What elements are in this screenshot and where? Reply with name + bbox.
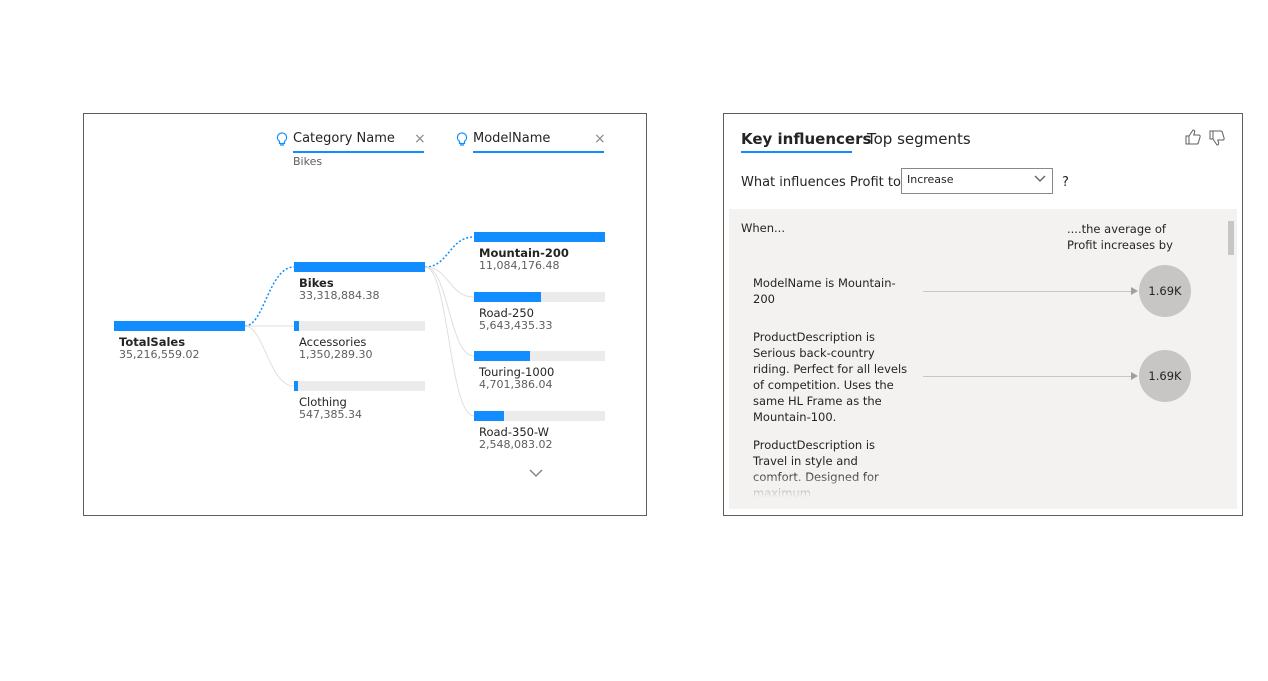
column-header-effect: ....the average of Profit increases by — [1067, 222, 1173, 252]
node-bar-fill — [474, 292, 541, 302]
influencers-list: When... ....the average of Profit increa… — [729, 209, 1237, 509]
arrow-icon — [1131, 287, 1138, 295]
node-label: Road-250 — [479, 306, 534, 320]
column-header-when: When... — [741, 221, 785, 235]
node-value: 1,350,289.30 — [299, 348, 373, 361]
node-label: Road-350-W — [479, 425, 550, 439]
level-selected-value: Bikes — [293, 155, 323, 168]
node-value: 35,216,559.02 — [119, 348, 200, 361]
node-value: 547,385.34 — [299, 408, 362, 421]
tree-node-model[interactable]: Road-250 5,643,435.33 — [474, 292, 605, 332]
node-bar-fill — [474, 351, 530, 361]
tree-node-model[interactable]: Mountain-200 11,084,176.48 — [474, 232, 605, 272]
lightbulb-icon[interactable] — [276, 132, 288, 148]
node-value: 5,643,435.33 — [479, 319, 553, 332]
thumbs-up-icon[interactable] — [1184, 128, 1202, 146]
node-value: 33,318,884.38 — [299, 289, 380, 302]
node-value: 2,548,083.02 — [479, 438, 553, 451]
tab-underline — [741, 151, 852, 153]
dropdown-value: Increase — [907, 173, 954, 186]
tree-node-model[interactable]: Touring-1000 4,701,386.04 — [474, 351, 605, 391]
scrollbar[interactable] — [1228, 221, 1234, 255]
direction-dropdown[interactable]: Increase — [901, 168, 1053, 194]
node-label: Bikes — [299, 276, 334, 290]
node-bar-fill — [114, 321, 245, 331]
node-label: Clothing — [299, 395, 347, 409]
influencer-text[interactable]: ModelName is Mountain-200 — [753, 275, 908, 307]
level-header-category[interactable]: Category Name × — [276, 131, 426, 153]
node-bar-fill — [474, 232, 605, 242]
close-icon[interactable]: × — [594, 131, 606, 147]
tab-top-segments[interactable]: Top segments — [867, 130, 971, 148]
influencer-text[interactable]: ProductDescription is Serious back-count… — [753, 329, 908, 425]
tree-node-root[interactable]: TotalSales 35,216,559.02 — [114, 321, 245, 361]
influence-bubble[interactable]: 1.69K — [1139, 265, 1191, 317]
thumbs-down-icon[interactable] — [1208, 129, 1226, 147]
influence-bubble[interactable]: 1.69K — [1139, 350, 1191, 402]
decomposition-tree-visual: Category Name × Bikes ModelName × TotalS… — [83, 113, 647, 516]
chevron-down-icon[interactable] — [528, 467, 544, 479]
key-influencers-visual: Key influencers Top segments What influe… — [723, 113, 1243, 516]
node-bar-fill — [474, 411, 504, 421]
question-text: What influences Profit to — [741, 175, 901, 190]
node-bar-fill — [294, 262, 425, 272]
tree-node-category[interactable]: Clothing 547,385.34 — [294, 381, 425, 421]
close-icon[interactable]: × — [414, 131, 426, 147]
node-bar-fill — [294, 381, 298, 391]
lightbulb-icon[interactable] — [456, 132, 468, 148]
chevron-down-icon — [1034, 175, 1046, 182]
level-title: Category Name — [293, 131, 395, 146]
tree-node-model[interactable]: Road-350-W 2,548,083.02 — [474, 411, 605, 451]
tree-node-category[interactable]: Accessories 1,350,289.30 — [294, 321, 425, 361]
node-bar-track — [294, 381, 425, 391]
level-underline — [293, 151, 424, 153]
node-label: TotalSales — [119, 335, 186, 349]
node-bar-track — [294, 321, 425, 331]
tree-node-category[interactable]: Bikes 33,318,884.38 — [294, 262, 425, 302]
level-title: ModelName — [473, 131, 551, 146]
node-label: Touring-1000 — [479, 365, 555, 379]
node-bar-fill — [294, 321, 299, 331]
list-fade — [729, 471, 1237, 509]
connector-line — [923, 291, 1135, 292]
node-value: 4,701,386.04 — [479, 378, 553, 391]
node-label: Accessories — [299, 335, 367, 349]
connector-line — [923, 376, 1135, 377]
level-header-model[interactable]: ModelName × — [456, 131, 608, 153]
node-value: 11,084,176.48 — [479, 259, 560, 272]
arrow-icon — [1131, 372, 1138, 380]
help-icon[interactable]: ? — [1062, 175, 1069, 190]
tab-key-influencers[interactable]: Key influencers — [741, 130, 871, 148]
node-label: Mountain-200 — [479, 246, 569, 260]
level-underline — [473, 151, 604, 153]
